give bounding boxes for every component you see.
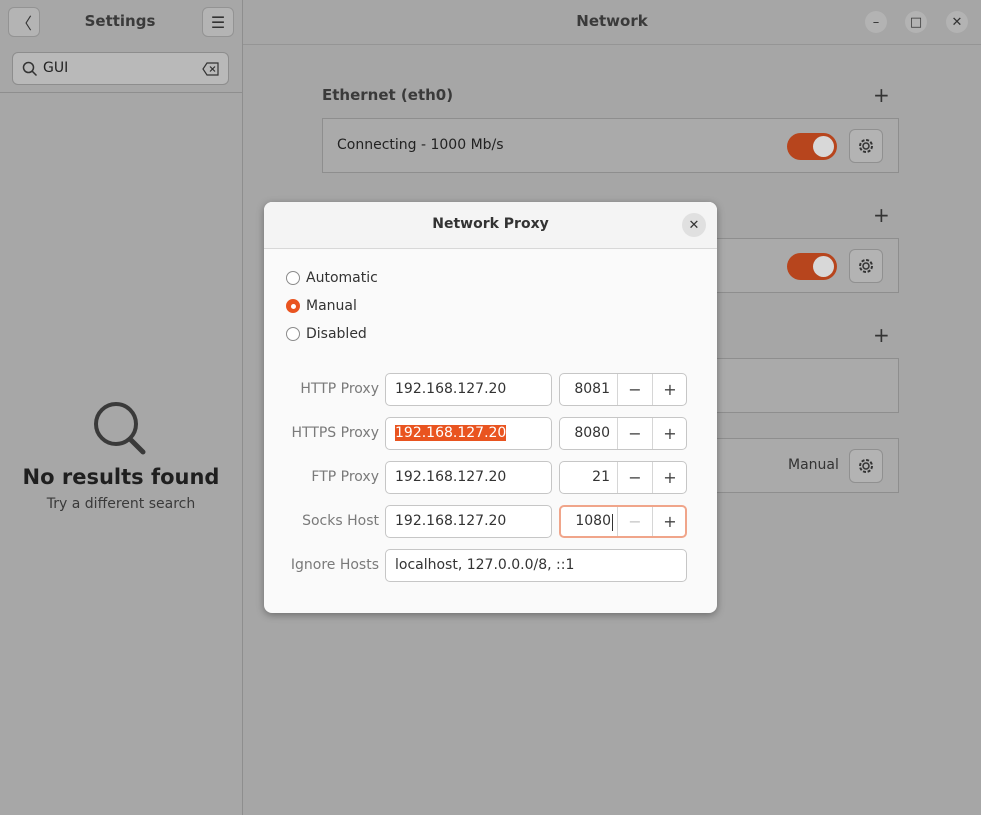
increment-button[interactable]: + [652, 418, 687, 449]
connection-settings-button[interactable] [849, 129, 883, 163]
https-proxy-label: HTTPS Proxy [291, 425, 379, 441]
settings-sidebar: 〈 Settings ☰ GUI No results found Try a … [0, 0, 243, 815]
gear-icon [859, 459, 873, 473]
socks-port-stepper[interactable]: 1080 − + [559, 505, 687, 538]
http-proxy-label: HTTP Proxy [300, 381, 379, 397]
plus-icon: + [873, 323, 890, 347]
host-value: 192.168.127.20 [395, 513, 507, 529]
decrement-button[interactable]: − [617, 374, 652, 405]
socks-host-input[interactable]: 192.168.127.20 [385, 505, 552, 538]
search-value: GUI [43, 60, 69, 76]
maximize-button[interactable]: □ [905, 11, 927, 33]
radio-label: Automatic [306, 270, 378, 286]
port-value: 8080 [574, 425, 610, 441]
sidebar-divider [0, 92, 242, 93]
proxy-status: Manual [788, 457, 839, 473]
proxy-settings-button[interactable] [849, 449, 883, 483]
chevron-left-icon: 〈 [15, 14, 32, 33]
network-proxy-dialog: Network Proxy ✕ Automatic Manual Disable… [264, 202, 717, 613]
host-value: 192.168.127.20 [395, 469, 507, 485]
empty-state-subtitle: Try a different search [46, 496, 196, 512]
increment-button[interactable]: + [652, 462, 687, 493]
https-proxy-host-input[interactable]: 192.168.127.20 [385, 417, 552, 450]
socks-host-label: Socks Host [302, 513, 379, 529]
dialog-title: Network Proxy [432, 216, 549, 232]
radio-label: Manual [306, 298, 357, 314]
http-proxy-host-input[interactable]: 192.168.127.20 [385, 373, 552, 406]
add-connection-button[interactable]: + [873, 85, 890, 105]
radio-manual[interactable]: Manual [286, 296, 357, 316]
back-button[interactable]: 〈 [8, 7, 40, 37]
connection-toggle[interactable] [787, 253, 837, 280]
radio-automatic[interactable]: Automatic [286, 268, 378, 288]
connection-status: Connecting - 1000 Mb/s [337, 137, 504, 153]
backspace-clear-icon[interactable] [202, 62, 220, 76]
plus-icon: + [873, 203, 890, 227]
network-header: Network – □ ✕ [243, 0, 981, 45]
connection-settings-button[interactable] [849, 249, 883, 283]
http-proxy-port-stepper[interactable]: 8081 − + [559, 373, 687, 406]
gear-icon [859, 139, 873, 153]
menu-button[interactable]: ☰ [202, 7, 234, 37]
connection-toggle[interactable] [787, 133, 837, 160]
sidebar-title: Settings [84, 12, 156, 30]
ftp-proxy-label: FTP Proxy [311, 469, 379, 485]
connection-card-ethernet: Connecting - 1000 Mb/s [322, 118, 899, 173]
increment-button[interactable]: + [652, 374, 687, 405]
add-connection-button[interactable]: + [873, 205, 890, 225]
section-title-ethernet: Ethernet (eth0) [322, 86, 454, 104]
radio-indicator[interactable] [286, 299, 300, 313]
maximize-icon: □ [909, 14, 923, 30]
search-input[interactable]: GUI [12, 52, 229, 85]
close-icon: ✕ [688, 217, 700, 233]
minimize-icon: – [872, 14, 880, 30]
radio-indicator[interactable] [286, 271, 300, 285]
search-icon [22, 61, 38, 77]
sidebar-header: 〈 Settings ☰ [0, 0, 242, 44]
add-connection-button[interactable]: + [873, 325, 890, 345]
decrement-button[interactable]: − [617, 462, 652, 493]
close-button[interactable]: ✕ [946, 11, 968, 33]
ignore-hosts-value: localhost, 127.0.0.0/8, ::1 [395, 557, 575, 573]
gear-icon [859, 259, 873, 273]
port-value: 1080 [575, 513, 611, 529]
radio-label: Disabled [306, 326, 367, 342]
empty-state-title: No results found [22, 465, 220, 489]
radio-indicator[interactable] [286, 327, 300, 341]
radio-disabled[interactable]: Disabled [286, 324, 367, 344]
host-value-selected: 192.168.127.20 [395, 425, 507, 441]
host-value: 192.168.127.20 [395, 381, 507, 397]
plus-icon: + [873, 83, 890, 107]
dialog-close-button[interactable]: ✕ [682, 213, 706, 237]
toggle-knob [813, 256, 834, 277]
ftp-proxy-host-input[interactable]: 192.168.127.20 [385, 461, 552, 494]
toggle-knob [813, 136, 834, 157]
decrement-button[interactable]: − [617, 507, 652, 536]
ftp-proxy-port-stepper[interactable]: 21 − + [559, 461, 687, 494]
port-value: 21 [592, 469, 610, 485]
search-icon [94, 402, 146, 455]
ignore-hosts-input[interactable]: localhost, 127.0.0.0/8, ::1 [385, 549, 687, 582]
decrement-button[interactable]: − [617, 418, 652, 449]
text-caret [612, 514, 613, 531]
port-value: 8081 [574, 381, 610, 397]
https-proxy-port-stepper[interactable]: 8080 − + [559, 417, 687, 450]
ignore-hosts-label: Ignore Hosts [290, 557, 379, 573]
close-icon: ✕ [951, 14, 963, 30]
hamburger-menu-icon: ☰ [210, 12, 226, 32]
dialog-header: Network Proxy ✕ [264, 202, 717, 249]
increment-button[interactable]: + [652, 507, 687, 536]
minimize-button[interactable]: – [865, 11, 887, 33]
